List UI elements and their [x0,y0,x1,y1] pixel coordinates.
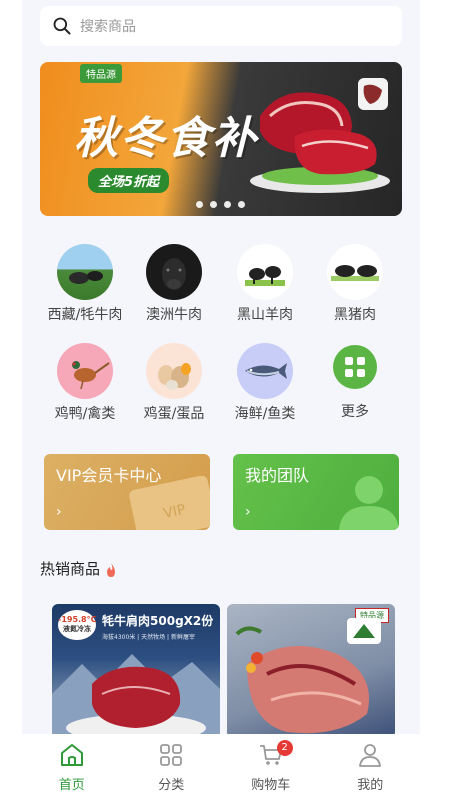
product-card-beef-cuts[interactable]: 特品源 [227,604,395,738]
tab-home[interactable]: 首页 [22,734,122,800]
pagination-dot[interactable] [224,201,231,208]
category-label: 鸡鸭/禽类 [54,406,116,422]
category-label: 海鲜/鱼类 [234,406,296,422]
category-label: 澳洲牛肉 [146,307,202,323]
team-card-title: 我的团队 [245,466,310,485]
banner-promo-tag: 全场5折起 [88,168,170,193]
category-item-more[interactable]: 更多 [310,343,400,421]
product-name: 牦牛肩肉 [102,614,151,628]
product-temp-badge: -195.8°C 液氮冷冻 [58,610,97,640]
vip-card-title: VIP会员卡中心 [56,466,162,485]
tab-category[interactable]: 分类 [122,734,222,800]
search-icon [53,17,71,35]
banner-brand-logo: 特品源 [80,64,122,83]
black-cattle-image [146,244,202,300]
fire-icon [106,562,115,577]
eggs-image [146,343,202,399]
product-beef-image [235,618,381,734]
tab-label: 我的 [357,778,384,793]
product-temp-sub: 液氮冷冻 [63,625,91,633]
category-item-seafood[interactable]: 海鲜/鱼类 [220,343,310,423]
fish-image [237,343,293,399]
home-icon [60,744,83,766]
product-spec: 500gX2份 [150,614,214,628]
product-note: 海拔4300米 | 天然牧场 | 新鲜屠宰 [102,634,195,641]
yak-image [57,244,113,300]
category-item-yak[interactable]: 西藏/牦牛肉 [40,244,130,324]
user-icon [359,744,382,767]
promo-banner[interactable]: 特品源 秋冬食补 全场5折起 [40,62,402,216]
black-goat-image [237,244,293,300]
banner-pagination [196,201,245,208]
category-item-australian-beef[interactable]: 澳洲牛肉 [129,244,219,324]
pagination-dot[interactable] [196,201,203,208]
pagination-dot[interactable] [238,201,245,208]
my-team-card[interactable]: 我的团队 › [233,454,399,530]
category-label: 黑猪肉 [334,307,376,323]
hot-products-label: 热销商品 [40,560,101,578]
category-label: 鸡蛋/蛋品 [143,406,205,422]
category-item-black-pig[interactable]: 黑猪肉 [310,244,400,324]
category-item-poultry[interactable]: 鸡鸭/禽类 [40,343,130,423]
search-bar[interactable]: 搜索商品 [40,6,402,46]
cart-badge: 2 [276,740,293,756]
pagination-dot[interactable] [210,201,217,208]
bottom-tab-bar: 首页 分类 2 购物车 我的 [22,734,420,800]
team-card-chevron: › [245,504,251,520]
grid-more-icon [333,345,377,389]
category-label: 西藏/牦牛肉 [47,307,123,323]
tab-label: 分类 [158,778,185,793]
search-placeholder: 搜索商品 [80,19,136,35]
tab-label: 首页 [58,778,85,793]
vip-card-chevron: › [56,504,62,520]
banner-meat-image [250,78,390,193]
vip-card-center[interactable]: VIP VIP会员卡中心 › [44,454,210,530]
pheasant-image [57,343,113,399]
category-grid-icon [160,744,183,766]
tab-label: 购物车 [251,778,291,793]
product-meat-image [52,654,220,738]
tab-cart[interactable]: 2 购物车 [221,734,321,800]
black-pig-image [327,244,383,300]
product-name-line: 牦牛肩肉500gX2份 [102,612,213,629]
product-card-yak-shoulder[interactable]: -195.8°C 液氮冷冻 牦牛肩肉500gX2份 海拔4300米 | 天然牧场… [52,604,220,738]
product-temp: -195.8°C [58,615,97,624]
category-item-eggs[interactable]: 鸡蛋/蛋品 [129,343,219,423]
category-label: 更多 [341,404,369,420]
team-user-icon [339,476,399,530]
banner-headline: 秋冬食补 [74,113,258,164]
hot-products-title: 热销商品 [40,558,117,579]
category-item-goat[interactable]: 黑山羊肉 [220,244,310,324]
tab-profile[interactable]: 我的 [321,734,421,800]
category-label: 黑山羊肉 [237,307,293,323]
